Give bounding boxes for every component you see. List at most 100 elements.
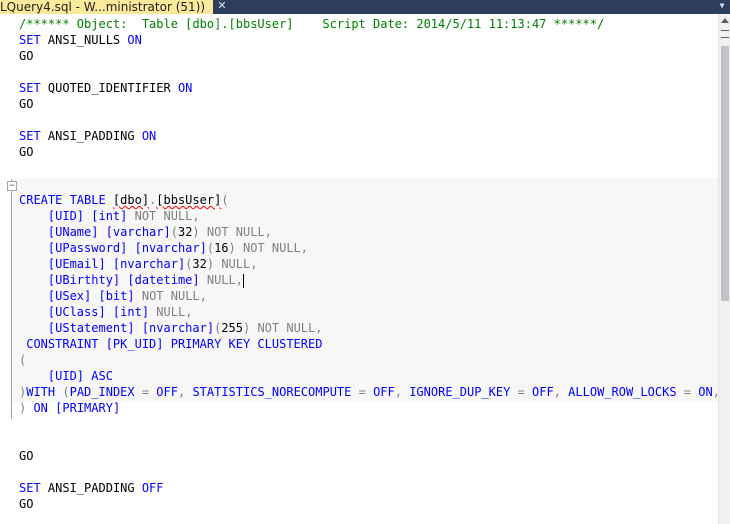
code-token: 32: [177, 225, 193, 239]
code-line[interactable]: [UBirthty] [datetime] NULL,: [19, 272, 718, 288]
code-line[interactable]: [19, 112, 718, 128]
code-line[interactable]: (: [19, 352, 718, 368]
code-lines[interactable]: /****** Object: Table [dbo].[bbsUser] Sc…: [19, 16, 718, 512]
code-token: WITH: [26, 385, 63, 399]
outline-bar: [11, 179, 12, 419]
code-token: NOT NULL: [134, 209, 193, 223]
code-token: [UID]: [19, 369, 92, 383]
split-window-handle[interactable]: [721, 30, 729, 38]
tab-query-file[interactable]: LQuery4.sql - W...ministrator (51)): [0, 0, 214, 14]
code-token: 16: [214, 241, 229, 255]
code-token: ,: [192, 209, 200, 223]
code-line[interactable]: [UEmail] [nvarchar](32) NULL,: [19, 256, 718, 272]
close-tab-icon[interactable]: ✕: [216, 0, 228, 12]
code-token: STATISTICS_NORECOMPUTE: [192, 385, 359, 399]
code-token: ): [19, 401, 34, 415]
code-token: ,: [185, 305, 193, 319]
code-token: ,: [264, 225, 272, 239]
code-token: GO: [19, 49, 34, 63]
code-token: /****** Object: Table [dbo].[bbsUser] Sc…: [19, 17, 605, 31]
code-token: NOT NULL: [206, 225, 265, 239]
code-token: ,: [315, 321, 323, 335]
code-token: 32: [192, 257, 207, 271]
code-line[interactable]: [19, 64, 718, 80]
code-token: ,: [553, 385, 569, 399]
code-token: [UClass]: [19, 305, 113, 319]
code-line[interactable]: [19, 416, 718, 432]
code-line[interactable]: [19, 176, 718, 192]
code-token: [dbo]: [112, 193, 150, 207]
code-token: PRIMARY KEY CLUSTERED: [170, 337, 323, 351]
code-token: QUOTED_IDENTIFIER: [47, 81, 178, 95]
code-line[interactable]: GO: [19, 96, 718, 112]
code-token: [bbsUser]: [156, 193, 222, 207]
code-token: (: [19, 353, 27, 367]
code-line[interactable]: [USex] [bit] NOT NULL,: [19, 288, 718, 304]
code-line[interactable]: SET ANSI_NULLS ON: [19, 32, 718, 48]
code-line[interactable]: [UStatement] [nvarchar](255) NOT NULL,: [19, 320, 718, 336]
code-token: ON: [127, 33, 142, 47]
code-token: [UName]: [19, 225, 106, 239]
code-line[interactable]: [UName] [varchar](32) NOT NULL,: [19, 224, 718, 240]
code-token: PAD_INDEX: [69, 385, 142, 399]
code-line[interactable]: SET QUOTED_IDENTIFIER ON: [19, 80, 718, 96]
collapse-toggle-icon[interactable]: −: [7, 181, 17, 191]
code-line[interactable]: SET ANSI_PADDING OFF: [19, 480, 718, 496]
code-token: SET: [19, 81, 48, 95]
code-line[interactable]: CREATE TABLE [dbo].[bbsUser](: [19, 192, 718, 208]
code-line[interactable]: [19, 160, 718, 176]
code-line[interactable]: [UClass] [int] NULL,: [19, 304, 718, 320]
sql-code-editor[interactable]: − /****** Object: Table [dbo].[bbsUser] …: [0, 14, 718, 524]
code-token: ): [228, 241, 243, 255]
code-line[interactable]: CONSTRAINT [PK_UID] PRIMARY KEY CLUSTERE…: [19, 336, 718, 352]
code-line[interactable]: SET ANSI_PADDING ON: [19, 128, 718, 144]
code-line[interactable]: ) ON [PRIMARY]: [19, 400, 718, 416]
code-token: =: [517, 385, 533, 399]
code-token: ANSI_PADDING: [47, 481, 142, 495]
code-line[interactable]: [19, 464, 718, 480]
code-token: [PK_UID]: [105, 337, 171, 351]
code-line[interactable]: )WITH (PAD_INDEX = OFF, STATISTICS_NOREC…: [19, 384, 718, 400]
code-token: GO: [19, 145, 34, 159]
scroll-up-arrow-icon[interactable]: [721, 18, 729, 23]
code-token: ,: [300, 241, 309, 255]
code-line[interactable]: GO: [19, 48, 718, 64]
code-token: CREATE TABLE: [19, 193, 113, 207]
code-line[interactable]: GO: [19, 448, 718, 464]
code-token: GO: [19, 497, 34, 511]
code-line[interactable]: GO: [19, 496, 718, 512]
code-token: (: [170, 225, 178, 239]
code-token: [nvarchar]: [141, 321, 215, 335]
code-token: ,: [177, 385, 193, 399]
code-token: ): [206, 257, 222, 271]
code-line[interactable]: /****** Object: Table [dbo].[bbsUser] Sc…: [19, 16, 718, 32]
code-line[interactable]: [UPassword] [nvarchar](16) NOT NULL,: [19, 240, 718, 256]
code-token: [UID]: [19, 209, 92, 223]
vertical-scrollbar[interactable]: [718, 14, 730, 524]
code-token: [UStatement]: [19, 321, 142, 335]
code-token: SET: [19, 129, 48, 143]
document-tab-bar: LQuery4.sql - W...ministrator (51)) ✕ ▼: [0, 0, 730, 14]
code-token: CONSTRAINT: [19, 337, 106, 351]
code-token: NULL: [221, 257, 251, 271]
code-token: =: [358, 385, 374, 399]
code-token: ANSI_PADDING: [47, 129, 142, 143]
code-token: ON: [177, 81, 193, 95]
code-token: ,: [250, 257, 258, 271]
code-line[interactable]: [19, 432, 718, 448]
code-line[interactable]: GO: [19, 144, 718, 160]
scrollbar-thumb[interactable]: [721, 46, 729, 301]
code-token: =: [683, 385, 699, 399]
code-token: ANSI_NULLS: [47, 33, 128, 47]
code-token: ON: [141, 129, 157, 143]
code-token: GO: [19, 97, 34, 111]
code-token: ALLOW_ROW_LOCKS: [568, 385, 684, 399]
code-token: SET: [19, 33, 48, 47]
tab-list-dropdown-icon[interactable]: ▼: [714, 0, 730, 14]
code-token: SET: [19, 481, 48, 495]
code-token: [PRIMARY]: [55, 401, 121, 415]
code-token: [datetime]: [127, 273, 207, 287]
code-token: [int]: [91, 209, 135, 223]
code-line[interactable]: [UID] ASC: [19, 368, 718, 384]
code-line[interactable]: [UID] [int] NOT NULL,: [19, 208, 718, 224]
